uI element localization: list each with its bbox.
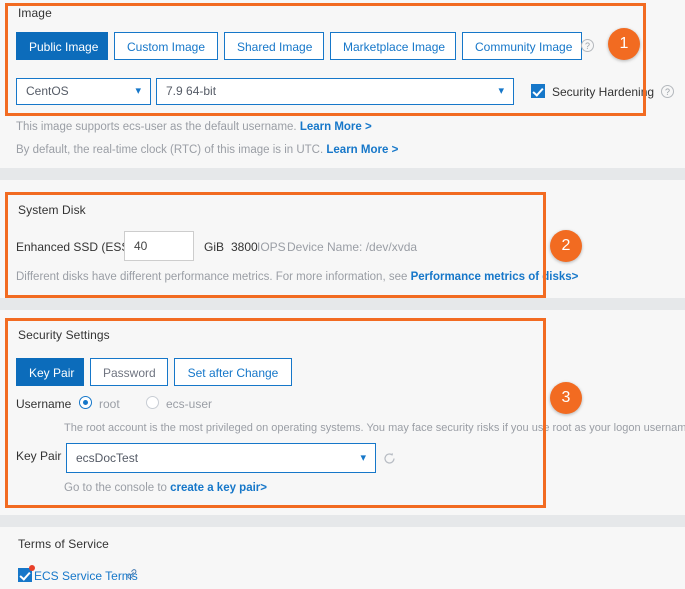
username-label: Username xyxy=(16,397,72,411)
terms-section-title: Terms of Service xyxy=(18,537,109,551)
security-hardening-help-icon[interactable]: ? xyxy=(661,85,674,98)
keypair-note: Go to the console to create a key pair> xyxy=(64,482,267,494)
os-version-select-value: 7.9 64-bit xyxy=(166,84,217,98)
security-hardening-label: Security Hardening xyxy=(552,85,655,99)
external-link-icon[interactable] xyxy=(126,568,138,583)
disk-iops-value: 3800 xyxy=(231,240,258,254)
ecs-service-terms-label[interactable]: ECS Service Terms xyxy=(34,569,138,583)
image-note-2-text: By default, the real-time clock (RTC) of… xyxy=(16,144,327,156)
tab-key-pair[interactable]: Key Pair xyxy=(16,358,84,386)
credential-type-tabs: Key Pair Password Set after Change xyxy=(16,358,298,386)
disk-device-name: Device Name: /dev/xvda xyxy=(287,240,418,254)
tab-community-image[interactable]: Community Image xyxy=(462,32,582,60)
system-disk-note-link[interactable]: Performance metrics of disks> xyxy=(411,271,579,283)
keypair-note-link[interactable]: create a key pair> xyxy=(170,482,267,494)
system-disk-note-text: Different disks have different performan… xyxy=(16,271,411,283)
radio-username-root[interactable] xyxy=(79,396,92,409)
callout-badge-1: 1 xyxy=(608,28,640,60)
image-note-2-link[interactable]: Learn More > xyxy=(326,144,398,156)
section-separator-1 xyxy=(0,168,685,180)
image-type-tabs: Public Image Custom Image Shared Image M… xyxy=(16,32,588,60)
image-section: Image Public Image Custom Image Shared I… xyxy=(0,0,685,168)
callout-badge-2: 2 xyxy=(550,230,582,262)
tab-shared-image[interactable]: Shared Image xyxy=(224,32,324,60)
section-separator-3 xyxy=(0,515,685,527)
image-note-1: This image supports ecs-user as the defa… xyxy=(16,121,372,133)
image-note-1-text: This image supports ecs-user as the defa… xyxy=(16,121,300,133)
refresh-icon[interactable] xyxy=(383,452,396,465)
system-disk-note: Different disks have different performan… xyxy=(16,271,578,283)
page-root: Image Public Image Custom Image Shared I… xyxy=(0,0,685,589)
system-disk-section: System Disk Enhanced SSD (ESSD) 40 GiB 3… xyxy=(0,180,685,298)
os-select-value: CentOS xyxy=(26,84,69,98)
keypair-note-text: Go to the console to xyxy=(64,482,171,494)
image-section-title: Image xyxy=(18,6,52,20)
disk-size-unit: GiB xyxy=(204,240,225,254)
security-settings-section-title: Security Settings xyxy=(18,328,110,342)
tab-custom-image[interactable]: Custom Image xyxy=(114,32,218,60)
tab-public-image[interactable]: Public Image xyxy=(16,32,108,60)
image-tabs-help-icon[interactable]: ? xyxy=(581,39,594,52)
keypair-select[interactable]: ecsDocTest ▾ xyxy=(66,443,376,473)
keypair-label: Key Pair xyxy=(16,449,62,463)
disk-iops-unit: IOPS xyxy=(257,240,286,254)
tab-password[interactable]: Password xyxy=(90,358,168,386)
section-separator-2 xyxy=(0,298,685,310)
radio-username-ecs-user-label: ecs-user xyxy=(166,397,213,411)
tab-set-after-change[interactable]: Set after Change xyxy=(174,358,292,386)
system-disk-section-title: System Disk xyxy=(18,203,86,217)
chevron-down-icon: ▾ xyxy=(360,452,366,464)
security-settings-section: Security Settings Key Pair Password Set … xyxy=(0,310,685,515)
os-version-select[interactable]: 7.9 64-bit ▾ xyxy=(156,78,514,105)
image-note-1-link[interactable]: Learn More > xyxy=(300,121,372,133)
disk-size-value: 40 xyxy=(134,239,148,253)
username-note: The root account is the most privileged … xyxy=(64,422,685,434)
chevron-down-icon: ▾ xyxy=(135,85,141,97)
disk-size-input[interactable]: 40 xyxy=(124,231,194,261)
tab-marketplace-image[interactable]: Marketplace Image xyxy=(330,32,456,60)
chevron-down-icon: ▾ xyxy=(498,85,504,97)
keypair-select-value: ecsDocTest xyxy=(76,451,139,465)
radio-username-root-label: root xyxy=(99,397,120,411)
security-hardening-checkbox[interactable] xyxy=(531,84,545,98)
terms-section: Terms of Service ECS Service Terms xyxy=(0,527,685,589)
callout-badge-3: 3 xyxy=(550,382,582,414)
image-note-2: By default, the real-time clock (RTC) of… xyxy=(16,144,398,156)
radio-username-ecs-user[interactable] xyxy=(146,396,159,409)
os-select[interactable]: CentOS ▾ xyxy=(16,78,151,105)
